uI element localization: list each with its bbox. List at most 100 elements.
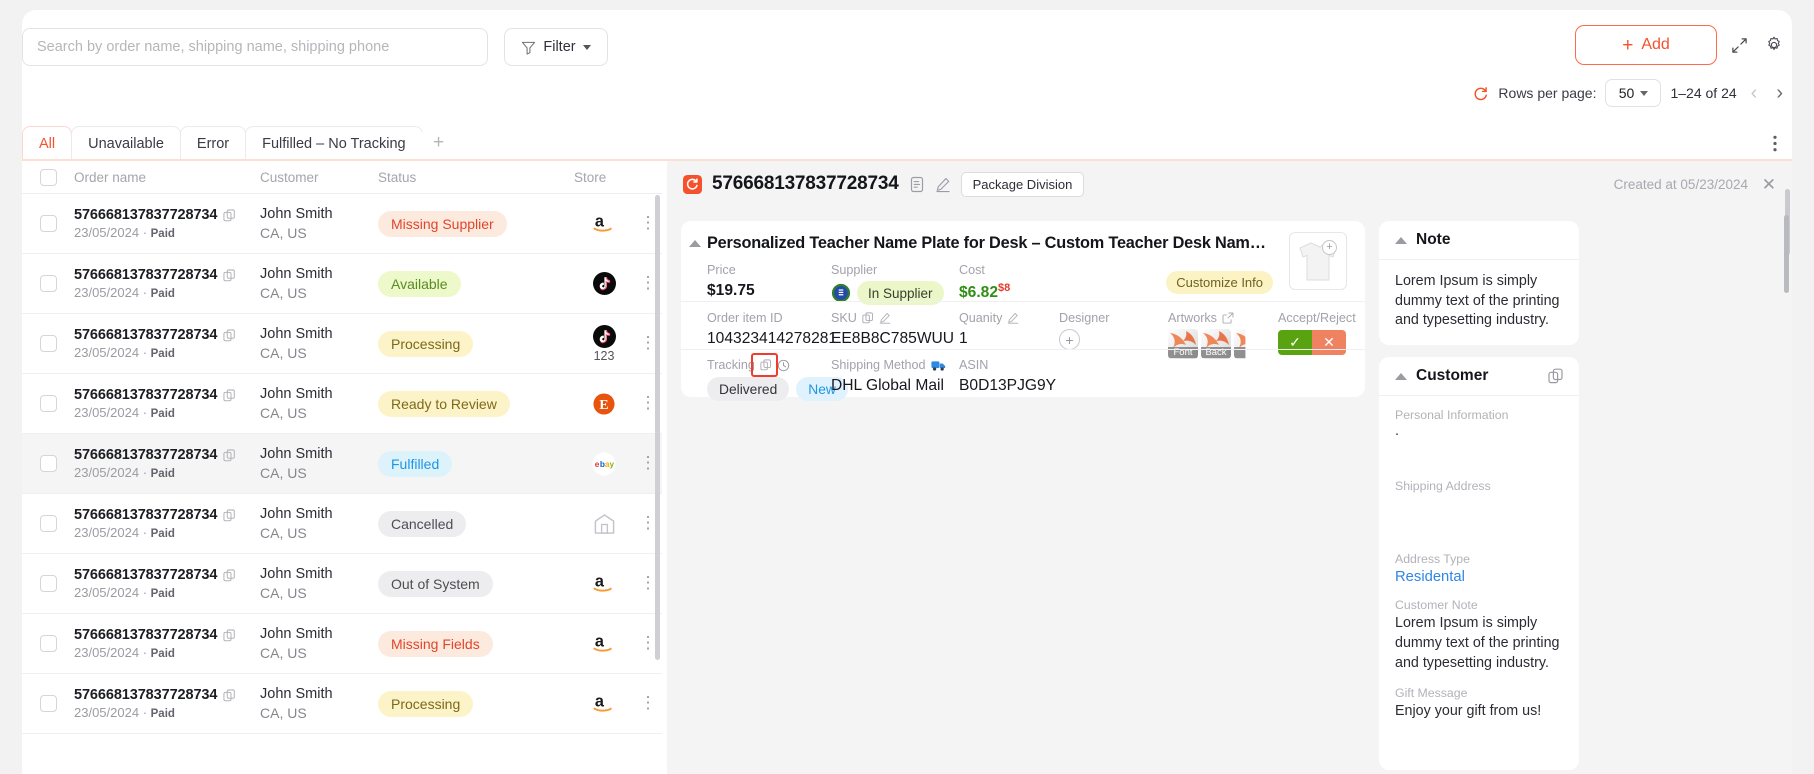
table-row[interactable]: 576668137837728734 23/05/2024 · Paid John … <box>22 254 662 314</box>
order-name: 576668137837728734 <box>74 627 218 643</box>
row-menu-button[interactable]: ⋮ <box>640 454 657 471</box>
add-designer-button[interactable]: + <box>1059 329 1080 350</box>
cost-label: Cost <box>959 263 985 277</box>
tab-unavailable[interactable]: Unavailable <box>71 126 181 160</box>
artwork-thumbnail[interactable]: F <box>1234 329 1246 359</box>
gift-message-value: Enjoy your gift from us! <box>1395 703 1542 720</box>
external-link-icon[interactable] <box>1222 312 1234 324</box>
copy-icon[interactable] <box>223 688 236 702</box>
row-menu-button[interactable]: ⋮ <box>640 634 657 651</box>
expand-icon[interactable] <box>1726 32 1752 58</box>
collapse-triangle-icon[interactable] <box>689 240 701 247</box>
select-all-checkbox[interactable] <box>39 168 57 186</box>
filter-button[interactable]: Filter <box>504 28 608 66</box>
table-row[interactable]: 576668137837728734 23/05/2024 · Paid John … <box>22 614 662 674</box>
rows-per-page-select[interactable]: 50 <box>1605 79 1662 107</box>
order-payment-status: Paid <box>150 228 175 240</box>
row-checkbox[interactable] <box>39 575 57 592</box>
collapse-triangle-icon[interactable] <box>1395 236 1407 244</box>
copy-icon[interactable] <box>862 312 874 324</box>
copy-icon[interactable] <box>223 208 236 222</box>
pagination-range: 1–24 of 24 <box>1670 85 1737 101</box>
add-tab-button[interactable]: + <box>421 126 456 160</box>
table-scrollbar[interactable] <box>655 195 660 660</box>
row-menu-button[interactable]: ⋮ <box>640 514 657 531</box>
row-checkbox[interactable] <box>39 215 57 232</box>
add-button[interactable]: + Add <box>1575 25 1717 65</box>
table-row[interactable]: 576668137837728734 23/05/2024 · Paid John … <box>22 194 662 254</box>
row-checkbox[interactable] <box>39 275 57 292</box>
customer-name: John Smith <box>260 266 333 282</box>
table-overflow-menu[interactable] <box>1764 128 1786 158</box>
close-icon[interactable]: ✕ <box>1762 176 1776 193</box>
next-page-button[interactable]: › <box>1771 83 1788 103</box>
clock-history-icon[interactable] <box>777 359 790 372</box>
row-checkbox[interactable] <box>39 515 57 532</box>
row-menu-button[interactable]: ⋮ <box>640 694 657 711</box>
artwork-thumbnail[interactable]: Font <box>1168 329 1198 359</box>
sidebar-scrollbar[interactable] <box>1784 215 1789 293</box>
table-row[interactable]: 576668137837728734 23/05/2024 · Paid John … <box>22 674 662 734</box>
copy-icon[interactable] <box>223 268 236 282</box>
copy-icon[interactable] <box>223 568 236 582</box>
note-header[interactable]: Note <box>1379 221 1579 260</box>
copy-icon[interactable] <box>223 448 236 462</box>
rows-per-page-label: Rows per page: <box>1498 85 1597 101</box>
row-menu-button[interactable]: ⋮ <box>640 394 657 411</box>
column-header-status[interactable]: Status <box>378 170 574 185</box>
order-date: 23/05/2024 <box>74 525 140 540</box>
row-menu-button[interactable]: ⋮ <box>640 214 657 231</box>
copy-icon[interactable] <box>223 328 236 342</box>
row-menu-button[interactable]: ⋮ <box>640 574 657 591</box>
copy-icon[interactable] <box>1548 368 1564 384</box>
edit-pencil-icon[interactable] <box>1007 312 1019 324</box>
reject-button[interactable]: ✕ <box>1312 330 1346 355</box>
table-row[interactable]: 576668137837728734 23/05/2024 · Paid John … <box>22 494 662 554</box>
order-detail-panel: 576668137837728734 Package Division Crea… <box>667 161 1792 774</box>
row-menu-button[interactable]: ⋮ <box>640 274 657 291</box>
tab-all[interactable]: All <box>22 126 73 160</box>
refresh-icon[interactable] <box>1472 85 1489 102</box>
order-name: 576668137837728734 <box>74 507 218 523</box>
prev-page-button[interactable]: ‹ <box>1746 83 1763 103</box>
asin-label: ASIN <box>959 358 989 372</box>
column-header-order-name[interactable]: Order name <box>74 170 260 185</box>
customize-info-badge[interactable]: Customize Info <box>1166 271 1273 294</box>
tab-error[interactable]: Error <box>179 126 247 160</box>
store-cell: E <box>574 392 634 415</box>
accept-button[interactable]: ✓ <box>1278 330 1312 355</box>
document-icon[interactable] <box>909 176 925 193</box>
customer-location: CA, US <box>260 285 307 301</box>
product-thumbnail[interactable]: + <box>1289 232 1347 290</box>
customer-header[interactable]: Customer <box>1379 357 1579 397</box>
table-row[interactable]: 576668137837728734 23/05/2024 · Paid John … <box>22 374 662 434</box>
row-checkbox[interactable] <box>39 635 57 652</box>
edit-pencil-icon[interactable] <box>879 312 891 324</box>
order-name: 576668137837728734 <box>74 567 218 583</box>
column-header-store[interactable]: Store <box>574 170 634 185</box>
pagination-bar: Rows per page: 50 1–24 of 24 ‹ › <box>1472 78 1788 108</box>
rows-per-page-value: 50 <box>1618 85 1635 101</box>
collapse-triangle-icon[interactable] <box>1395 372 1407 380</box>
search-input[interactable] <box>22 28 488 66</box>
tab-fulfilled-no-tracking[interactable]: Fulfilled – No Tracking <box>245 126 423 160</box>
table-row[interactable]: 576668137837728734 23/05/2024 · Paid John … <box>22 314 662 374</box>
shipping-address-value <box>1395 493 1563 539</box>
row-checkbox[interactable] <box>39 395 57 412</box>
row-checkbox[interactable] <box>39 335 57 352</box>
package-division-button[interactable]: Package Division <box>960 171 1085 197</box>
table-row[interactable]: 576668137837728734 23/05/2024 · Paid John … <box>22 434 662 494</box>
table-row[interactable]: 576668137837728734 23/05/2024 · Paid John … <box>22 554 662 614</box>
copy-icon[interactable] <box>223 628 236 642</box>
gear-icon[interactable] <box>1761 32 1787 58</box>
column-header-customer[interactable]: Customer <box>260 170 378 185</box>
customer-location: CA, US <box>260 525 307 541</box>
row-checkbox[interactable] <box>39 455 57 472</box>
copy-icon[interactable] <box>223 388 236 402</box>
row-menu-button[interactable]: ⋮ <box>640 334 657 351</box>
add-image-icon[interactable]: + <box>1322 240 1337 255</box>
copy-icon[interactable] <box>223 508 236 522</box>
row-checkbox[interactable] <box>39 695 57 712</box>
edit-pencil-icon[interactable] <box>935 176 951 193</box>
artwork-thumbnail[interactable]: Back <box>1201 329 1231 359</box>
